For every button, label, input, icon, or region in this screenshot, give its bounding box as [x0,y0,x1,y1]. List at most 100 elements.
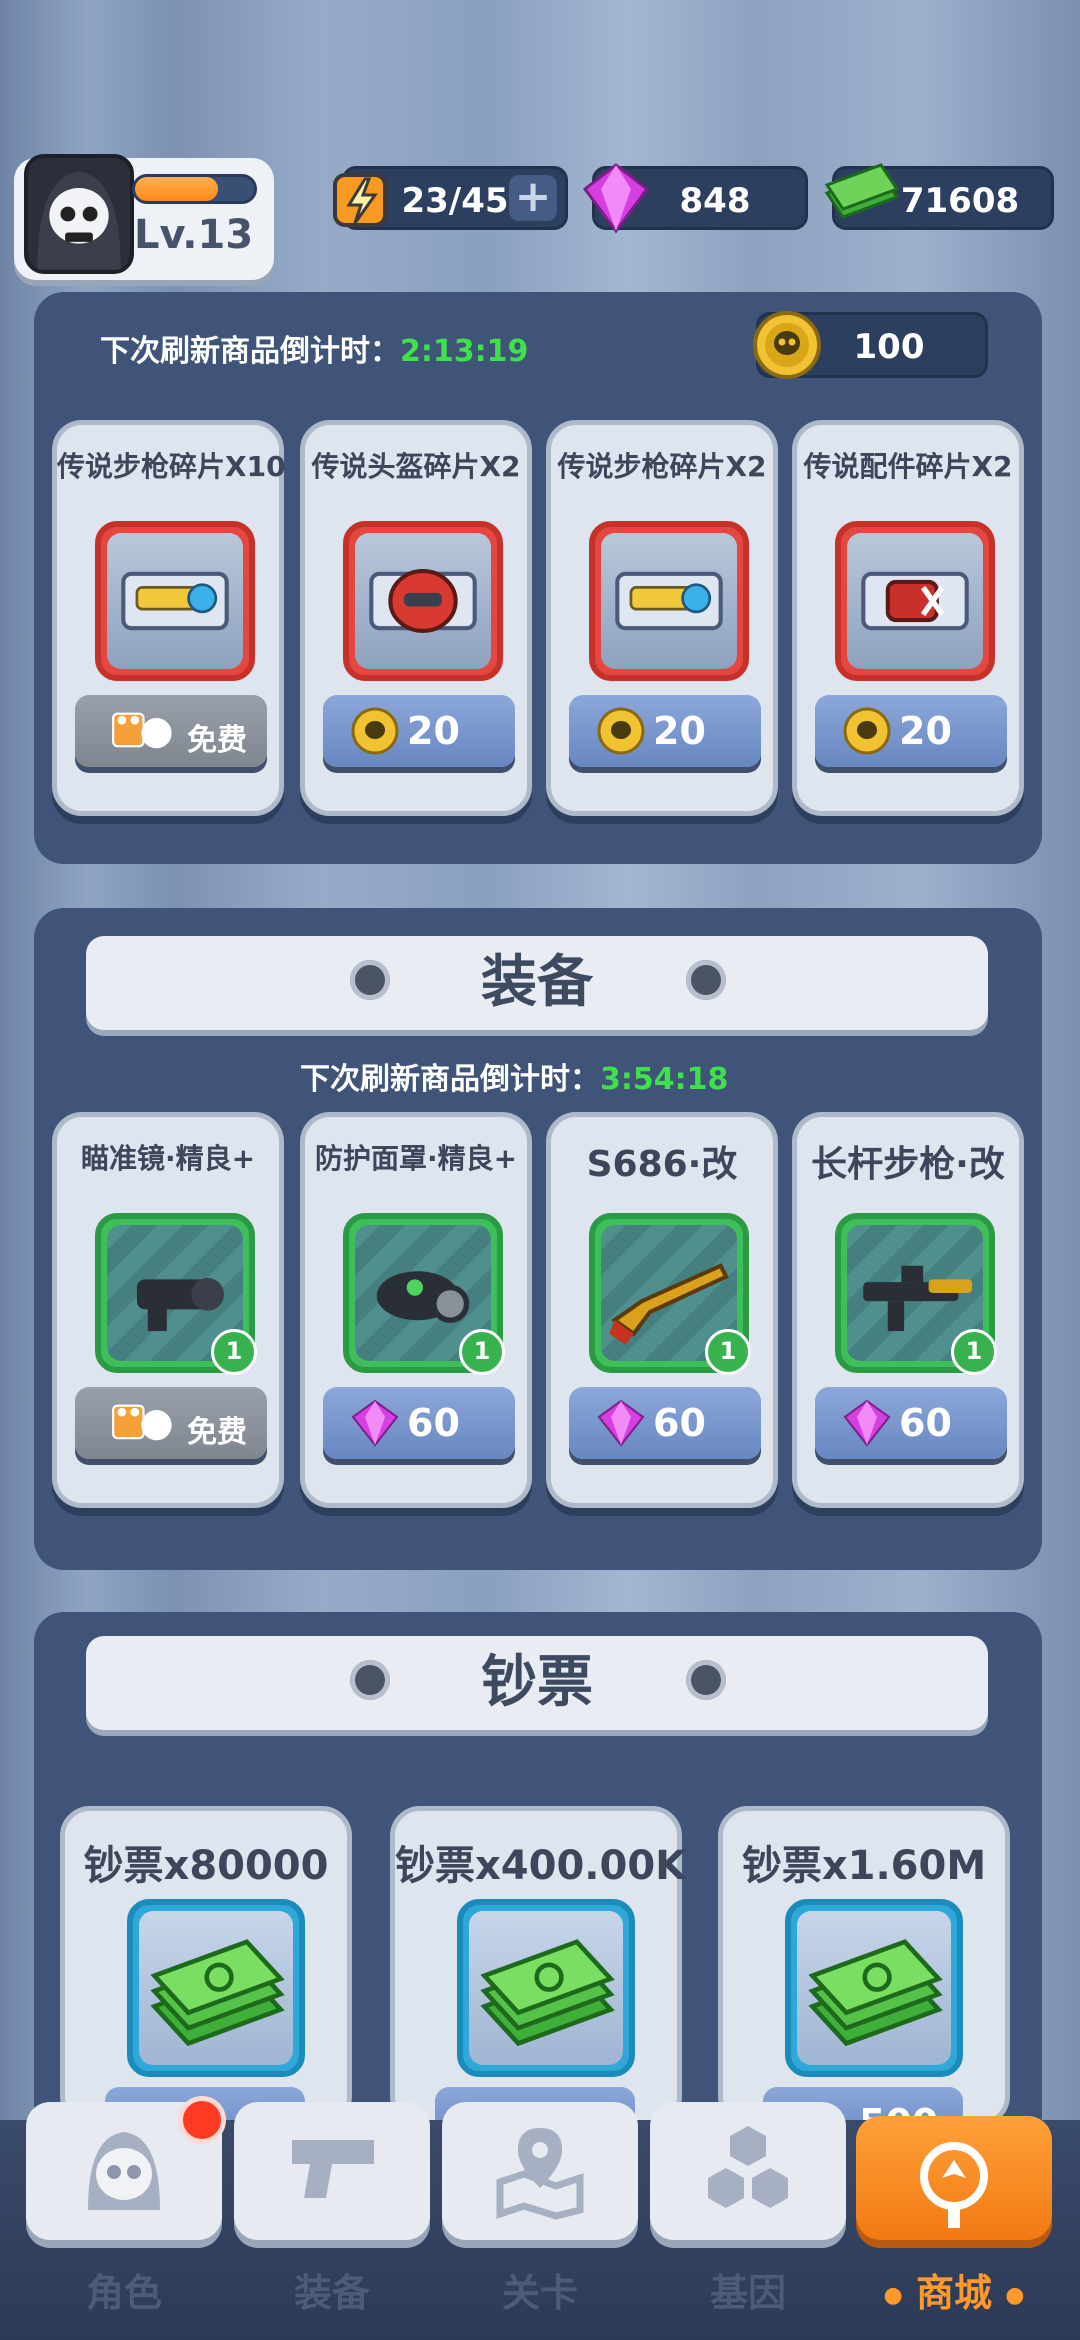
energy-value: 23/45 [401,181,509,221]
item-name: 长杆步枪·改 [811,1144,1005,1185]
nav-shop-button[interactable] [856,2116,1052,2240]
item-name: 传说头盔碎片X2 [311,450,521,483]
player-card[interactable]: Lv.13 [14,154,274,280]
shop-card-legend-rifle-x10: 传说步枪碎片X10 免费 [52,420,286,816]
item-frame [589,521,749,681]
item-frame [785,1899,963,2077]
quantity-badge: 1 [705,1329,751,1375]
buy-button[interactable]: 60 [569,1387,761,1459]
nav-equipment-label: 装备 [293,2271,370,2315]
nav-shop-label: ● 商城 ● [856,2262,1052,2317]
item-name: 传说配件碎片X2 [803,450,1013,483]
section-title: 钞票 [481,1650,593,1715]
video-ad-icon [112,712,172,749]
item-frame: 1 [835,1213,997,1375]
header-dot-right [686,960,726,1000]
nav-gene-button[interactable] [650,2102,846,2240]
buy-price: 20 [653,709,706,753]
nav-role-label: 角色 [85,2271,162,2315]
item-frame: 1 [95,1213,257,1375]
countdown-time: 2:13:19 [400,334,529,369]
skull-coin-counter: 100 [753,311,988,379]
item-name: 钞票x400.00K [395,1843,687,1889]
skull-coin-icon [597,707,645,755]
shop-card-long-rifle: 长杆步枪·改 1 60 [792,1112,1024,1508]
player-avatar [24,154,134,274]
section-title: 装备 [481,950,593,1015]
helmet-fragment-icon [369,569,477,633]
xp-bar-fill [135,177,219,201]
buy-price: 60 [407,1401,460,1445]
nav-shop-label-text: 商城 [915,2271,992,2315]
cash-stack-icon [150,1939,285,2047]
skull-coin-icon [351,707,399,755]
buy-button[interactable]: 60 [323,1387,515,1459]
shop-card-scope: 瞄准镜·精良+ 1 免费 [52,1112,284,1508]
countdown-label: 下次刷新商品倒计时： [100,334,400,369]
item-name: 传说步枪碎片X10 [57,450,286,483]
item-frame: 1 [589,1213,751,1375]
buy-button[interactable]: 60 [815,1387,1007,1459]
equipment-section-header: 装备 [86,936,988,1030]
watch-ad-button[interactable]: 免费 [75,1387,267,1459]
header-dot-right [686,1660,726,1700]
fragment-countdown: 下次刷新商品倒计时：2:13:19 [100,326,528,370]
cash-section-header: 钞票 [86,1636,988,1730]
shop-card-cash-400k: 钞票x400.00K [390,1806,687,2147]
buy-price: 60 [653,1401,706,1445]
buy-button[interactable]: 20 [815,695,1007,767]
shop-card-cash-80000: 钞票x80000 [60,1806,352,2147]
item-frame [457,1899,635,2077]
quantity-badge: 1 [951,1329,997,1375]
buy-price: 免费 [187,1415,247,1450]
skull-coin-value: 100 [853,327,925,367]
gem-counter: 848 [582,163,808,234]
shop-icon [920,2142,988,2228]
gun-icon [292,2140,374,2198]
rifle-fragment-icon [121,571,229,631]
gem-icon [597,1399,645,1447]
countdown-time: 3:54:18 [600,1062,729,1097]
nav-stage-label: 关卡 [501,2271,578,2315]
skull-icon [88,2132,160,2210]
attachment-fragment-icon [861,571,969,631]
shop-card-legend-helmet-x2: 传说头盔碎片X2 20 [300,420,532,816]
buy-button[interactable]: 20 [323,695,515,767]
skull-coin-icon [843,707,891,755]
watch-ad-button[interactable]: 免费 [75,695,267,767]
hexagon-icon [708,2126,788,2208]
shop-card-s686: S686·改 1 60 [546,1112,778,1508]
buy-button[interactable]: 20 [569,695,761,767]
battery-icon [333,173,387,227]
item-name: S686·改 [586,1144,738,1185]
header-dot-left [350,960,390,1000]
add-energy-button[interactable]: + [509,175,557,221]
nav-equipment-button[interactable] [234,2102,430,2240]
item-frame [343,521,503,681]
notification-badge [178,2096,226,2144]
shop-card-gas-mask: 防护面罩·精良+ 1 60 [300,1112,532,1508]
buy-price: 20 [407,709,460,753]
item-name: 传说步枪碎片X2 [557,450,767,483]
cash-stack-icon [808,1939,943,2047]
nav-stage-button[interactable] [442,2102,638,2240]
gem-icon [843,1399,891,1447]
cash-value: 71608 [900,181,1020,221]
buy-price: 20 [899,709,952,753]
gem-value: 848 [679,181,751,221]
item-frame [127,1899,305,2077]
gem-icon [351,1399,399,1447]
xp-bar [132,174,257,204]
rifle-fragment-icon [615,571,723,631]
shop-card-cash-1.6m: 钞票x1.60M 500 [718,1806,1010,2147]
cash-stack-icon [480,1939,615,2047]
nav-gene-label: 基因 [709,2271,786,2315]
item-name: 防护面罩·精良+ [314,1142,518,1175]
energy-counter: 23/45 + [333,166,568,230]
map-pin-icon [496,2128,584,2220]
active-dot-left: ● [883,2283,903,2308]
item-name: 钞票x80000 [83,1843,329,1889]
item-frame [835,521,995,681]
quantity-badge: 1 [459,1329,505,1375]
player-level: Lv.13 [134,212,254,258]
